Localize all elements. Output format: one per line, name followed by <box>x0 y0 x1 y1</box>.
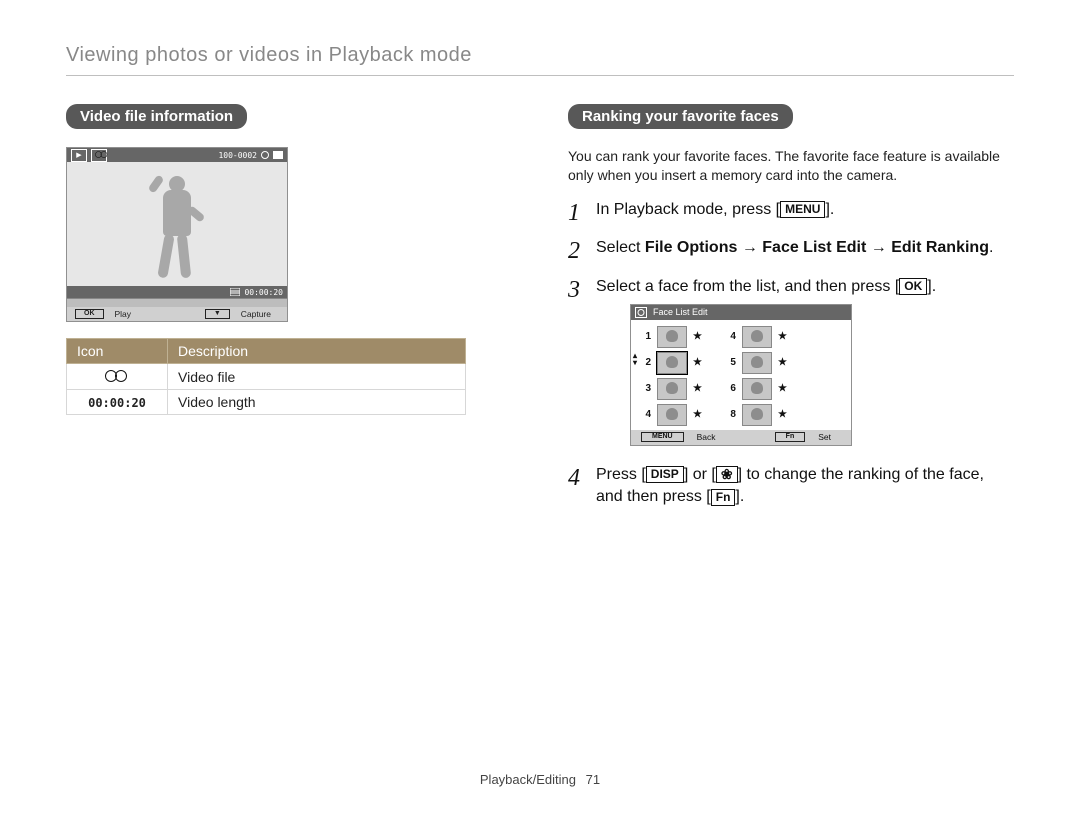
person-silhouette-icon <box>147 176 207 286</box>
menu-key-icon: MENU <box>780 201 825 218</box>
left-column: Video file information ▶ 100-0002 <box>66 104 512 525</box>
star-icon: ★ <box>778 382 787 396</box>
face-list-screen: Face List Edit 1★ ▴▾ 2 ★ <box>630 304 852 446</box>
face-thumb <box>742 326 772 348</box>
desc-video-file: Video file <box>168 364 466 390</box>
rec-eye-icon <box>261 151 269 159</box>
face-thumb <box>657 352 687 374</box>
back-label: Back <box>687 432 726 444</box>
step-1: In Playback mode, press [MENU]. <box>568 199 1014 221</box>
step-2: Select File Options → Face List Edit → E… <box>568 237 1014 259</box>
play-mode-icon: ▶ <box>71 149 87 162</box>
video-file-info-heading: Video file information <box>66 104 247 129</box>
star-icon: ★ <box>693 408 702 422</box>
col-header-icon: Icon <box>67 339 168 364</box>
video-playback-screen: ▶ 100-0002 <box>66 147 288 322</box>
face-list-title: Face List Edit <box>653 306 708 319</box>
face-thumb <box>742 378 772 400</box>
camcorder-icon <box>105 368 129 382</box>
set-label: Set <box>808 432 841 444</box>
ok-key-icon: OK <box>899 278 927 295</box>
footer-page-number: 71 <box>586 772 600 787</box>
file-counter: 100-0002 <box>218 151 257 160</box>
step-4: Press [DISP] or [❀] to change the rankin… <box>568 464 1014 509</box>
face-thumb <box>742 404 772 426</box>
page-header: Viewing photos or videos in Playback mod… <box>66 44 1014 76</box>
face-thumb <box>657 326 687 348</box>
star-icon: ★ <box>778 356 787 370</box>
intro-text: You can rank your favorite faces. The fa… <box>568 147 1014 185</box>
page-footer: Playback/Editing 71 <box>0 772 1080 787</box>
video-mode-icon <box>91 149 107 162</box>
memory-card-icon <box>273 151 283 159</box>
table-row: Video file <box>67 364 466 390</box>
star-icon: ★ <box>693 356 702 370</box>
face-list-icon <box>635 307 647 318</box>
video-elapsed-time: 00:00:20 <box>244 288 283 297</box>
macro-key-icon: ❀ <box>716 466 738 483</box>
face-thumb <box>657 404 687 426</box>
disp-key-icon: DISP <box>646 466 684 483</box>
video-frame <box>67 162 287 286</box>
menu-key-icon: MENU <box>641 432 684 442</box>
desc-video-length: Video length <box>168 390 466 415</box>
right-column: Ranking your favorite faces You can rank… <box>568 104 1014 525</box>
table-row: 00:00:20 Video length <box>67 390 466 415</box>
video-progress-bar <box>67 298 287 307</box>
star-icon: ★ <box>778 330 787 344</box>
ok-key-icon: OK <box>75 309 104 319</box>
col-header-description: Description <box>168 339 466 364</box>
star-icon: ★ <box>693 330 702 344</box>
down-key-icon: ▼ <box>205 309 230 319</box>
video-control-bar: OK Play ▼ Capture <box>67 307 287 321</box>
capture-label: Capture <box>233 309 279 319</box>
star-icon: ★ <box>693 382 702 396</box>
icon-description-table: Icon Description Video file 00:00:20 Vid… <box>66 338 466 415</box>
face-thumb <box>657 378 687 400</box>
footer-section: Playback/Editing <box>480 772 576 787</box>
step-3: Select a face from the list, and then pr… <box>568 276 1014 446</box>
fn-key-icon: Fn <box>711 489 736 506</box>
ranking-favorite-faces-heading: Ranking your favorite faces <box>568 104 793 129</box>
fn-key-icon: Fn <box>775 432 806 442</box>
movie-icon <box>230 288 240 296</box>
star-icon: ★ <box>778 408 787 422</box>
video-length-icon: 00:00:20 <box>88 396 146 410</box>
up-down-arrows-icon: ▴▾ <box>633 352 637 366</box>
face-thumb <box>742 352 772 374</box>
play-label: Play <box>107 309 140 319</box>
